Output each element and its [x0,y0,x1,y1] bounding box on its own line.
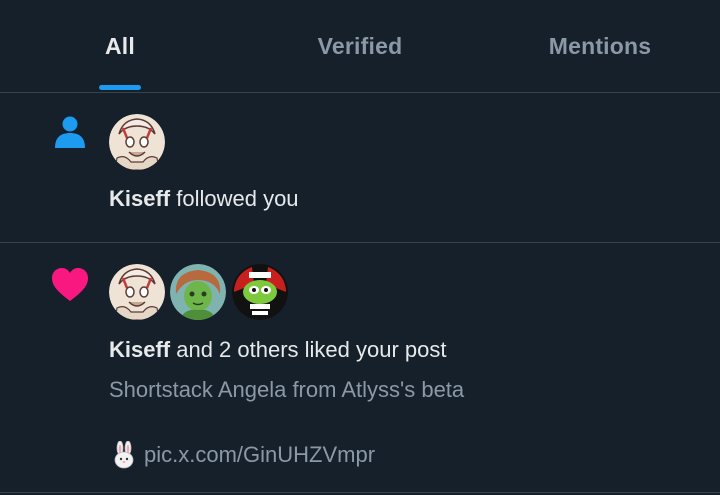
active-tab-indicator [99,85,141,90]
person-icon [55,116,85,148]
avatar-kiseff[interactable] [109,264,165,320]
tab-mentions-label: Mentions [548,32,652,59]
tab-mentions[interactable]: Mentions [520,0,680,92]
notification-like[interactable]: Kiseff and 2 others liked your post Shor… [0,243,720,493]
actor-name[interactable]: Kiseff [109,186,170,211]
tab-verified[interactable]: Verified [280,0,440,92]
notification-tabs: All Verified Mentions [0,0,720,93]
actor-name[interactable]: Kiseff [109,337,170,362]
rabbit-face-icon [114,441,134,469]
post-media-line: pic.x.com/GinUHZVmpr [112,441,375,469]
action-text: followed you [170,186,299,211]
avatar-kiseff[interactable] [109,114,165,170]
tab-all[interactable]: All [60,0,180,92]
avatar-green-mask[interactable] [232,264,288,320]
notification-follow[interactable]: Kiseff followed you [0,93,720,243]
notification-text: Kiseff followed you [109,186,299,212]
heart-icon [52,268,88,301]
post-media-link[interactable]: pic.x.com/GinUHZVmpr [144,442,375,468]
post-snippet: Shortstack Angela from Atlyss's beta [109,377,465,402]
avatar-green-character[interactable] [170,264,226,320]
tab-all-label: All [105,32,135,59]
notification-text: Kiseff and 2 others liked your post [109,337,447,363]
action-text: and 2 others liked your post [170,337,447,362]
tab-verified-label: Verified [317,32,403,59]
